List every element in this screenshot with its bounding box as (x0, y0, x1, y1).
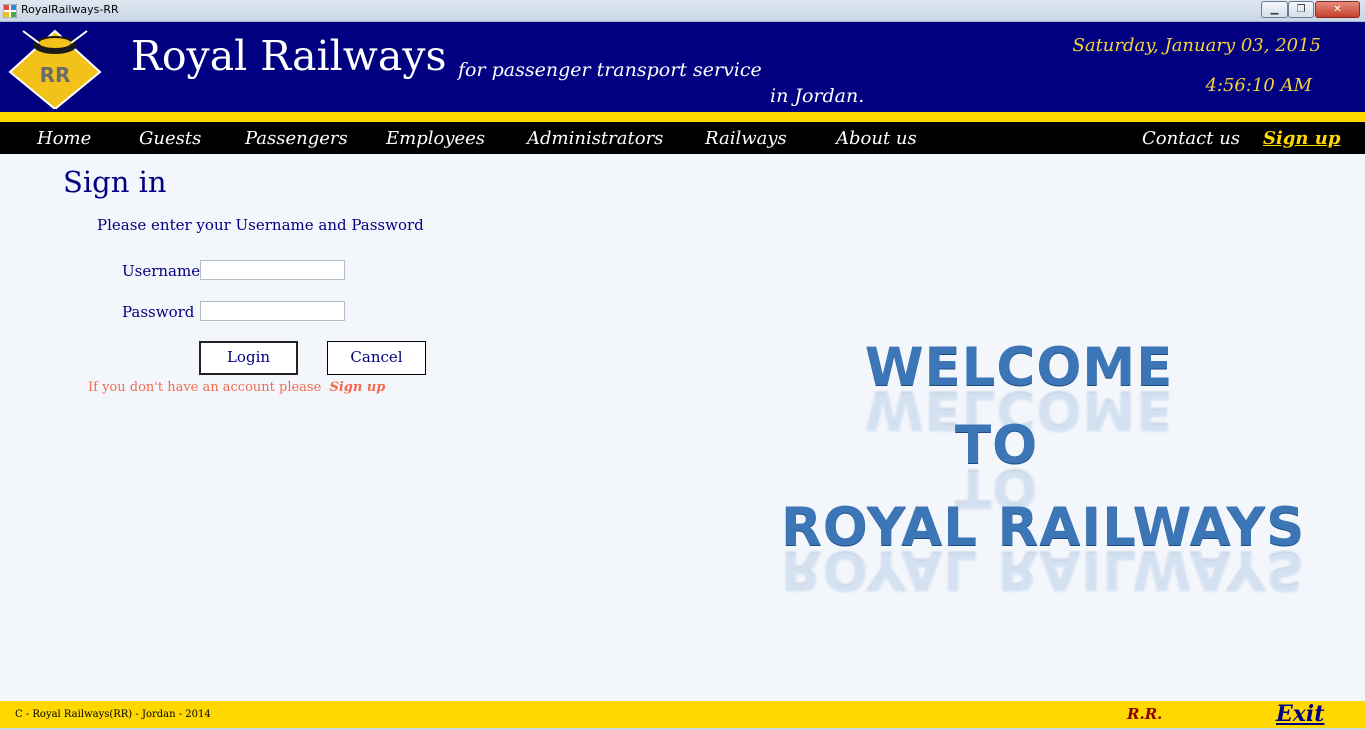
nav-employees[interactable]: Employees (386, 128, 485, 149)
app-window: RoyalRailways-RR ▁ ❐ ✕ RR Royal Railways… (0, 0, 1365, 730)
site-footer: C - Royal Railways(RR) - Jordan - 2014 R… (0, 701, 1365, 728)
nav-about-us[interactable]: About us (836, 128, 917, 149)
close-button[interactable]: ✕ (1315, 1, 1360, 18)
maximize-button[interactable]: ❐ (1288, 1, 1314, 18)
nav-guests[interactable]: Guests (139, 128, 201, 149)
minimize-button[interactable]: ▁ (1261, 1, 1288, 18)
nav-contact-us[interactable]: Contact us (1142, 128, 1240, 149)
main-nav: Home Guests Passengers Employees Adminis… (0, 122, 1365, 154)
nav-passengers[interactable]: Passengers (245, 128, 348, 149)
welcome-line3: ROYAL RAILWAYS (781, 497, 1306, 558)
site-header: RR Royal Railways for passenger transpor… (0, 22, 1365, 112)
exit-link[interactable]: Exit (1276, 701, 1324, 727)
no-account-text: If you don't have an account please (88, 380, 322, 395)
tagline-line2: in Jordan. (770, 85, 865, 107)
signin-title: Sign in (63, 165, 167, 199)
welcome-line2: TO (955, 415, 1039, 476)
current-date: Saturday, January 03, 2015 (1072, 35, 1321, 56)
welcome-line1: WELCOME (865, 337, 1174, 398)
footer-rr-mark: R.R. (1127, 705, 1163, 723)
cancel-button[interactable]: Cancel (327, 341, 426, 375)
username-input[interactable] (200, 260, 345, 280)
password-input[interactable] (200, 301, 345, 321)
nav-railways[interactable]: Railways (705, 128, 787, 149)
window-title: RoyalRailways-RR (21, 3, 119, 16)
rr-logo-icon: RR (8, 29, 102, 109)
nav-sign-up[interactable]: Sign up (1263, 128, 1340, 149)
username-label: Username (122, 262, 201, 280)
app-window-icon (3, 4, 17, 18)
copyright-text: C - Royal Railways(RR) - Jordan - 2014 (15, 709, 211, 720)
tagline-line1: for passenger transport service (458, 59, 762, 81)
signup-link[interactable]: Sign up (329, 380, 385, 395)
nav-administrators[interactable]: Administrators (527, 128, 663, 149)
brand-title: Royal Railways (131, 32, 447, 80)
login-button[interactable]: Login (199, 341, 298, 375)
signin-prompt: Please enter your Username and Password (97, 216, 424, 234)
password-label: Password (122, 303, 195, 321)
logo-text: RR (40, 63, 71, 87)
current-time: 4:56:10 AM (1205, 75, 1312, 96)
window-titlebar: RoyalRailways-RR ▁ ❐ ✕ (0, 0, 1365, 22)
header-divider (0, 112, 1365, 122)
no-account-note: If you don't have an account please Sign… (88, 380, 385, 395)
nav-home[interactable]: Home (37, 128, 91, 149)
